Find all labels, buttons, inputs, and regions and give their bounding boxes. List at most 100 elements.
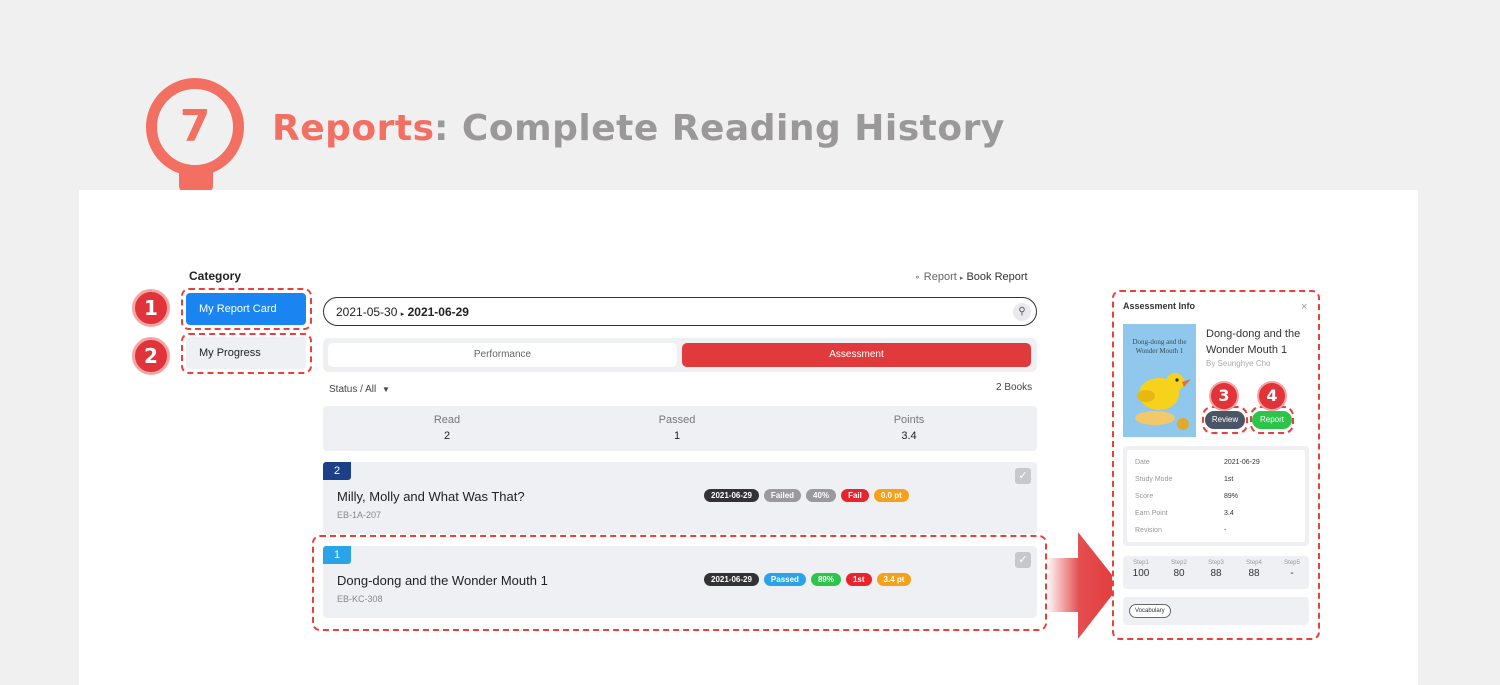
stat-value: 3.4	[901, 430, 917, 442]
result-pills: 2021-06-29 Failed 40% Fail 0.0 pt	[704, 489, 909, 502]
assessment-details-inner: Date 2021-06-29 Study Mode 1st Score 89%…	[1127, 450, 1305, 542]
step-score: Step1 100	[1123, 560, 1159, 579]
stat-label: Points	[893, 414, 925, 426]
review-button[interactable]: Review	[1205, 411, 1245, 429]
breadcrumb-item-report[interactable]: Report	[924, 271, 957, 283]
date-pill: 2021-06-29	[704, 573, 759, 586]
info-book-author: By Seunghye Cho	[1206, 359, 1271, 368]
detail-label: Revision	[1135, 527, 1162, 534]
breadcrumb-separator-icon: ▸	[959, 275, 964, 282]
step-label: Step5	[1284, 560, 1300, 566]
detail-label: Study Mode	[1135, 476, 1173, 483]
stat-points: Points 3.4	[849, 414, 969, 442]
step-number: 7	[179, 101, 211, 152]
detail-value: -	[1224, 527, 1227, 534]
tab-assessment[interactable]: Assessment	[682, 343, 1031, 367]
step-score: Step4 88	[1236, 560, 1272, 579]
checkbox[interactable]: ✓	[1015, 468, 1031, 484]
detail-label: Date	[1135, 459, 1150, 466]
step-label: Step2	[1171, 560, 1187, 566]
detail-label: Earn Point	[1135, 510, 1168, 517]
badge-stem	[179, 172, 213, 192]
score-pill: 40%	[806, 489, 837, 502]
stat-label: Passed	[658, 414, 696, 426]
category-title: Category	[189, 269, 242, 283]
stat-passed: Passed 1	[617, 414, 737, 442]
assessment-details: Date 2021-06-29 Study Mode 1st Score 89%…	[1123, 446, 1309, 546]
page-title: Reports	[272, 108, 435, 149]
step-value: 88	[1248, 568, 1260, 579]
step-score: Step3 88	[1198, 560, 1234, 579]
chevron-down-icon: ▼	[382, 385, 390, 394]
status-pill: Passed	[763, 573, 806, 586]
date-range-search[interactable]: 2021-05-30 ▸ 2021-06-29 ⚲	[323, 297, 1037, 326]
list-item[interactable]: 1 Dong-dong and the Wonder Mouth 1 EB-KC…	[323, 546, 1037, 618]
date-start[interactable]: 2021-05-30	[336, 305, 397, 319]
assessment-info-title: Assessment Info	[1123, 301, 1196, 311]
book-title[interactable]: Dong-dong and the Wonder Mouth 1	[337, 573, 548, 588]
result-pills: 2021-06-29 Passed 89% 1st 3.4 pt	[704, 573, 912, 586]
cover-title: Dong-dong and the Wonder Mouth 1	[1132, 338, 1187, 355]
row-number: 2	[323, 462, 351, 480]
detail-label: Score	[1135, 493, 1154, 500]
step-value: 80	[1173, 568, 1185, 579]
sidebar-item-my-report-card[interactable]: My Report Card	[186, 293, 306, 325]
summary-stats: Read 2 Passed 1 Points 3.4	[323, 406, 1037, 451]
stat-label: Read	[433, 414, 461, 426]
info-book-title: Dong-dong and the Wonder Mouth 1	[1206, 328, 1301, 356]
stat-value: 2	[443, 430, 451, 442]
step-value: 100	[1132, 568, 1150, 579]
detail-value: 2021-06-29	[1224, 459, 1260, 466]
bird-illustration	[1135, 373, 1191, 430]
status-pill: Failed	[763, 489, 802, 502]
callout-badge-1: 1	[132, 289, 170, 327]
date-pill: 2021-06-29	[704, 489, 759, 502]
detail-value: 89%	[1224, 493, 1239, 500]
report-tabs: Performance Assessment	[323, 338, 1037, 372]
stat-value: 1	[673, 430, 681, 442]
callout-badge-4: 4	[1257, 381, 1287, 411]
step-scores: Step1 100 Step2 80 Step3 88 Step4 88 Ste…	[1123, 556, 1309, 589]
close-icon[interactable]: ×	[1301, 301, 1307, 313]
status-filter-label: Status / All	[329, 384, 377, 395]
step-label: Step3	[1208, 560, 1224, 566]
date-separator-icon: ▸	[400, 311, 405, 318]
vocabulary-button[interactable]: Vocabulary	[1129, 604, 1171, 618]
breadcrumb-home-icon: ⚬	[914, 273, 921, 282]
step-score: Step2 80	[1161, 560, 1197, 579]
step-value: 88	[1210, 568, 1222, 579]
attempt-pill: 1st	[845, 573, 872, 586]
detail-value: 1st	[1224, 476, 1234, 483]
callout-badge-2: 2	[132, 337, 170, 375]
attempt-pill: Fail	[841, 489, 869, 502]
date-end[interactable]: 2021-06-29	[408, 305, 469, 319]
checkbox[interactable]: ✓	[1015, 552, 1031, 568]
row-number: 1	[323, 546, 351, 564]
page-subtitle: : Complete Reading History	[434, 108, 1005, 149]
detail-value: 3.4	[1224, 510, 1234, 517]
points-pill: 3.4 pt	[876, 573, 912, 586]
list-item[interactable]: 2 Milly, Molly and What Was That? EB-1A-…	[323, 462, 1037, 534]
step-value: -	[1290, 568, 1294, 579]
tab-performance[interactable]: Performance	[328, 343, 677, 367]
score-pill: 89%	[810, 573, 841, 586]
sidebar-item-my-progress[interactable]: My Progress	[186, 337, 306, 369]
report-button[interactable]: Report	[1252, 411, 1292, 429]
status-filter[interactable]: Status / All ▼	[329, 384, 390, 395]
search-icon[interactable]: ⚲	[1013, 303, 1031, 321]
stat-read: Read 2	[387, 414, 507, 442]
step-label: Step1	[1133, 560, 1149, 566]
vocabulary-section: Vocabulary	[1123, 597, 1309, 625]
breadcrumb-item-book-report[interactable]: Book Report	[966, 271, 1027, 283]
right-arrow-icon	[1046, 532, 1120, 639]
callout-badge-3: 3	[1209, 381, 1239, 411]
book-cover: Dong-dong and the Wonder Mouth 1	[1123, 324, 1196, 437]
book-code: EB-1A-207	[337, 510, 382, 520]
step-label: Step4	[1246, 560, 1262, 566]
step-number-badge: 7	[146, 78, 244, 176]
book-title[interactable]: Milly, Molly and What Was That?	[337, 489, 525, 504]
points-pill: 0.0 pt	[873, 489, 909, 502]
step-score: Step5 -	[1274, 560, 1310, 579]
breadcrumb: ⚬ Report ▸ Book Report	[914, 271, 1028, 283]
book-code: EB-KC-308	[337, 594, 383, 604]
